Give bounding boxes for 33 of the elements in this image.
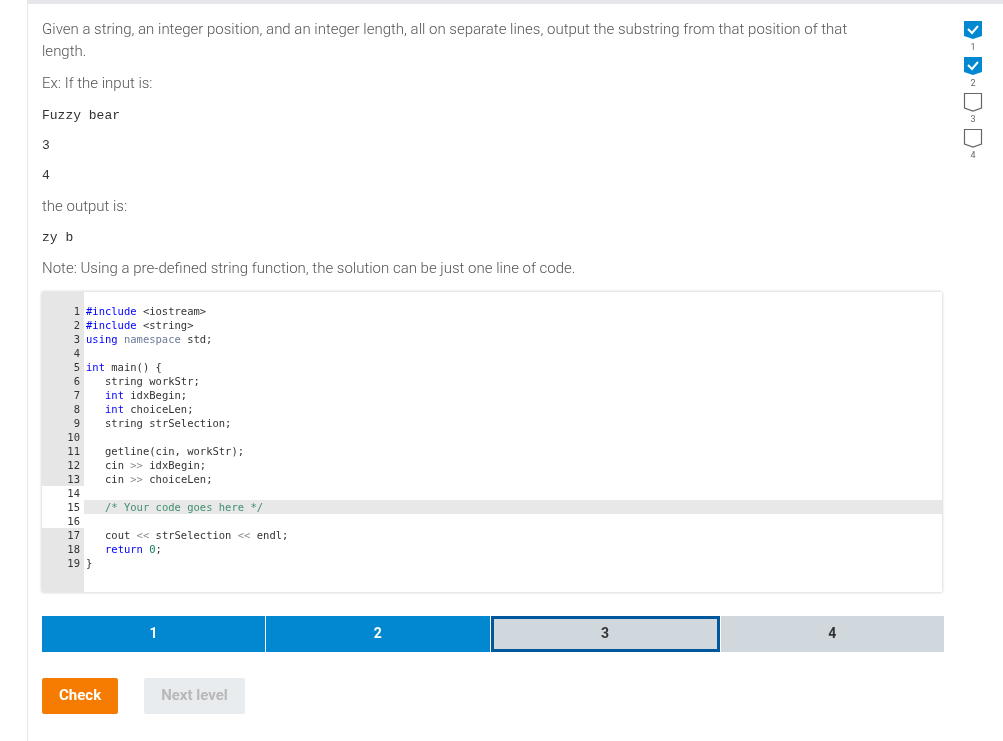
code-line: cin >> choiceLen; — [104, 471, 213, 486]
progress-step-number: 4 — [970, 149, 976, 162]
output-intro-text: the output is: — [42, 195, 129, 217]
progress-step-number: 3 — [970, 113, 976, 126]
note-text: Note: Using a pre-defined string function, the solution can be just one line of code. — [42, 258, 577, 279]
code-line: getline(cin, workStr); — [104, 443, 245, 458]
code-line: cin >> idxBegin; — [104, 457, 207, 472]
code-line: string strSelection; — [104, 415, 232, 430]
level-tab[interactable]: 2 — [266, 615, 490, 652]
prompt-text: Given a string, an integer position, and an integer length, all on separate lines, output the substring from that position of that length. — [42, 19, 849, 62]
code-line: /* Your code goes here */ — [104, 499, 264, 514]
example-intro-text: Ex: If the input is: — [42, 73, 154, 94]
progress-step-number: 2 — [970, 77, 976, 90]
level-tab[interactable]: 3 — [490, 615, 720, 652]
level-tab[interactable]: 1 — [42, 615, 266, 652]
code-line: int main() { — [85, 359, 162, 374]
code-line: using namespace std; — [85, 331, 213, 346]
code-line: return 0; — [104, 541, 162, 556]
code-line: } — [85, 555, 93, 570]
code-line: int idxBegin; — [104, 387, 188, 402]
sample-output-line: zy b — [42, 229, 75, 247]
progress-step-number: 1 — [970, 41, 976, 54]
code-line: #include <string> — [85, 317, 194, 332]
sample-input-line: 3 — [42, 136, 51, 155]
sample-input-line: Fuzzy bear — [42, 106, 121, 125]
level-tab[interactable]: 4 — [720, 615, 944, 652]
code-editor[interactable] — [42, 291, 942, 592]
sample-input-line: 4 — [42, 166, 51, 185]
code-line: string workStr; — [104, 373, 200, 388]
code-line: int choiceLen; — [104, 401, 194, 416]
code-line: #include <iostream> — [85, 303, 207, 318]
code-line: cout << strSelection << endl; — [104, 527, 289, 542]
check-button[interactable]: Check — [42, 677, 119, 714]
